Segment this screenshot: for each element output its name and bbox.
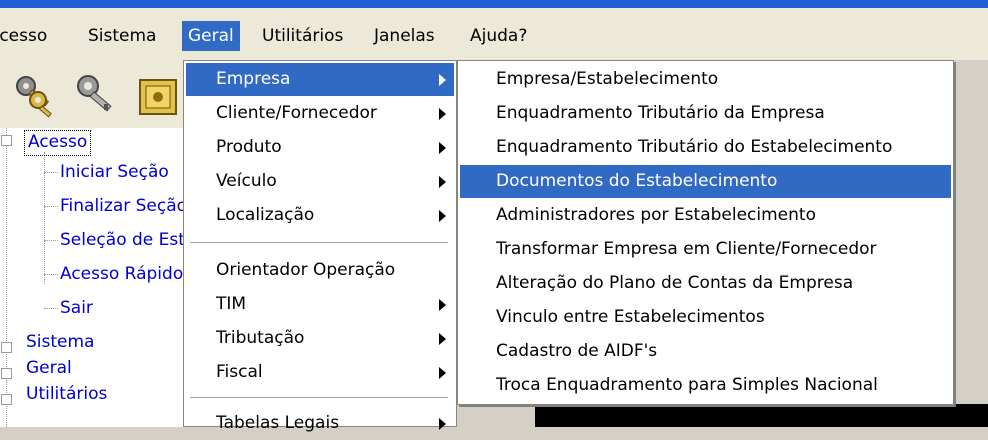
submenu-arrow-icon (439, 210, 446, 222)
menu-item-orientador-operacao[interactable]: Orientador Operação (186, 254, 454, 287)
expand-icon[interactable] (1, 394, 12, 405)
submenu-arrow-icon (439, 367, 446, 379)
menu-separator (190, 397, 448, 399)
menu-item-tim[interactable]: TIM (186, 288, 454, 321)
tree-node-selecao-estabelecimento[interactable]: Seleção de Estabelecimento (60, 228, 183, 252)
submenu-item-documentos-estabelecimento[interactable]: Documentos do Estabelecimento (460, 165, 951, 198)
title-bar-strip (0, 0, 988, 8)
menu-bar: Acesso Sistema Geral Utilitários Janelas… (0, 8, 988, 61)
menu-item-tabelas-legais[interactable]: Tabelas Legais (186, 407, 454, 440)
submenu-arrow-icon (439, 108, 446, 120)
tree-node-geral[interactable]: Geral (26, 356, 72, 380)
key-icon[interactable] (70, 70, 120, 120)
menu-item-empresa[interactable]: Empresa (186, 63, 454, 96)
menu-item-produto[interactable]: Produto (186, 131, 454, 164)
navigation-tree: Acesso Iniciar Seção Finalizar Seção Sel… (0, 128, 183, 427)
tree-node-finalizar-secao[interactable]: Finalizar Seção (60, 194, 183, 218)
tree-node-acesso[interactable]: Acesso (24, 130, 92, 156)
workspace-dark-area (535, 404, 988, 427)
menu-janelas[interactable]: Janelas (368, 21, 441, 51)
expand-icon[interactable] (1, 368, 12, 379)
menu-sistema[interactable]: Sistema (82, 21, 162, 51)
menu-item-fiscal[interactable]: Fiscal (186, 356, 454, 389)
tree-node-iniciar-secao[interactable]: Iniciar Seção (60, 160, 169, 184)
submenu-item-vinculo-estabelecimentos[interactable]: Vinculo entre Estabelecimentos (460, 301, 951, 334)
submenu-item-cadastro-aidf[interactable]: Cadastro de AIDF's (460, 335, 951, 368)
empresa-submenu: Empresa/Estabelecimento Enquadramento Tr… (457, 60, 954, 405)
menu-item-tributacao[interactable]: Tributação (186, 322, 454, 355)
menu-ajuda[interactable]: Ajuda? (464, 21, 533, 51)
menu-acesso[interactable]: Acesso (0, 21, 53, 51)
submenu-arrow-icon (439, 418, 446, 430)
menu-item-cliente-fornecedor[interactable]: Cliente/Fornecedor (186, 97, 454, 130)
submenu-item-administradores[interactable]: Administradores por Estabelecimento (460, 199, 951, 232)
tree-node-acesso-rapido[interactable]: Acesso Rápido (60, 262, 183, 286)
menu-item-veiculo[interactable]: Veículo (186, 165, 454, 198)
safe-icon[interactable] (132, 70, 182, 120)
submenu-item-alteracao-plano-contas[interactable]: Alteração do Plano de Contas da Empresa (460, 267, 951, 300)
submenu-item-transformar-empresa[interactable]: Transformar Empresa em Cliente/Fornecedo… (460, 233, 951, 266)
submenu-arrow-icon (439, 299, 446, 311)
submenu-item-empresa-estabelecimento[interactable]: Empresa/Estabelecimento (460, 63, 951, 96)
tree-node-sair[interactable]: Sair (60, 296, 93, 320)
submenu-item-troca-enquadramento[interactable]: Troca Enquadramento para Simples Naciona… (460, 369, 951, 402)
submenu-item-enquadramento-estabelecimento[interactable]: Enquadramento Tributário do Estabelecime… (460, 131, 951, 164)
collapse-icon[interactable] (1, 135, 12, 146)
tree-node-sistema[interactable]: Sistema (26, 330, 94, 354)
keys-icon[interactable] (10, 70, 60, 120)
menu-utilitarios[interactable]: Utilitários (256, 21, 349, 51)
menu-separator (190, 242, 448, 244)
tree-node-utilitarios[interactable]: Utilitários (26, 382, 107, 406)
geral-dropdown-menu: Empresa Cliente/Fornecedor Produto Veícu… (183, 60, 457, 433)
submenu-arrow-icon (439, 176, 446, 188)
submenu-item-enquadramento-empresa[interactable]: Enquadramento Tributário da Empresa (460, 97, 951, 130)
menu-geral[interactable]: Geral (182, 21, 240, 51)
submenu-arrow-icon (439, 333, 446, 345)
menu-item-localizacao[interactable]: Localização (186, 199, 454, 232)
toolbar (0, 60, 183, 128)
submenu-arrow-icon (439, 142, 446, 154)
submenu-arrow-icon (439, 74, 446, 86)
expand-icon[interactable] (1, 342, 12, 353)
